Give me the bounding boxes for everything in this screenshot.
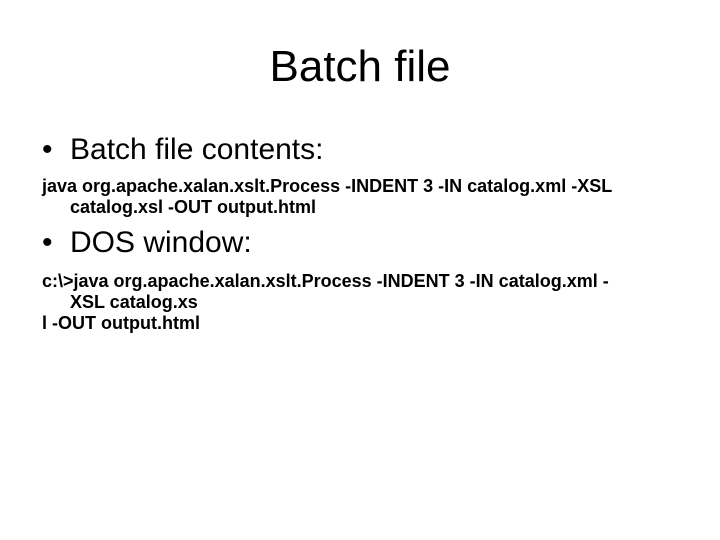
batch-command-text: java org.apache.xalan.xslt.Process -INDE…	[42, 176, 692, 218]
command-line: l -OUT output.html	[42, 313, 200, 333]
bullet-batch-file-contents: • Batch file contents:	[42, 133, 323, 167]
command-line: XSL catalog.xs	[70, 292, 198, 312]
bullet-label: DOS window:	[70, 226, 252, 259]
bullet-marker: •	[42, 226, 53, 259]
command-line: c:\>java org.apache.xalan.xslt.Process -…	[42, 271, 609, 291]
command-line: java org.apache.xalan.xslt.Process -INDE…	[42, 176, 613, 196]
bullet-marker: •	[42, 133, 53, 166]
bullet-label: Batch file contents:	[70, 133, 324, 166]
command-line: catalog.xsl -OUT output.html	[70, 197, 316, 217]
bullet-dos-window: • DOS window:	[42, 226, 252, 260]
slide-title: Batch file	[269, 42, 451, 91]
dos-command-text: c:\>java org.apache.xalan.xslt.Process -…	[42, 271, 692, 334]
